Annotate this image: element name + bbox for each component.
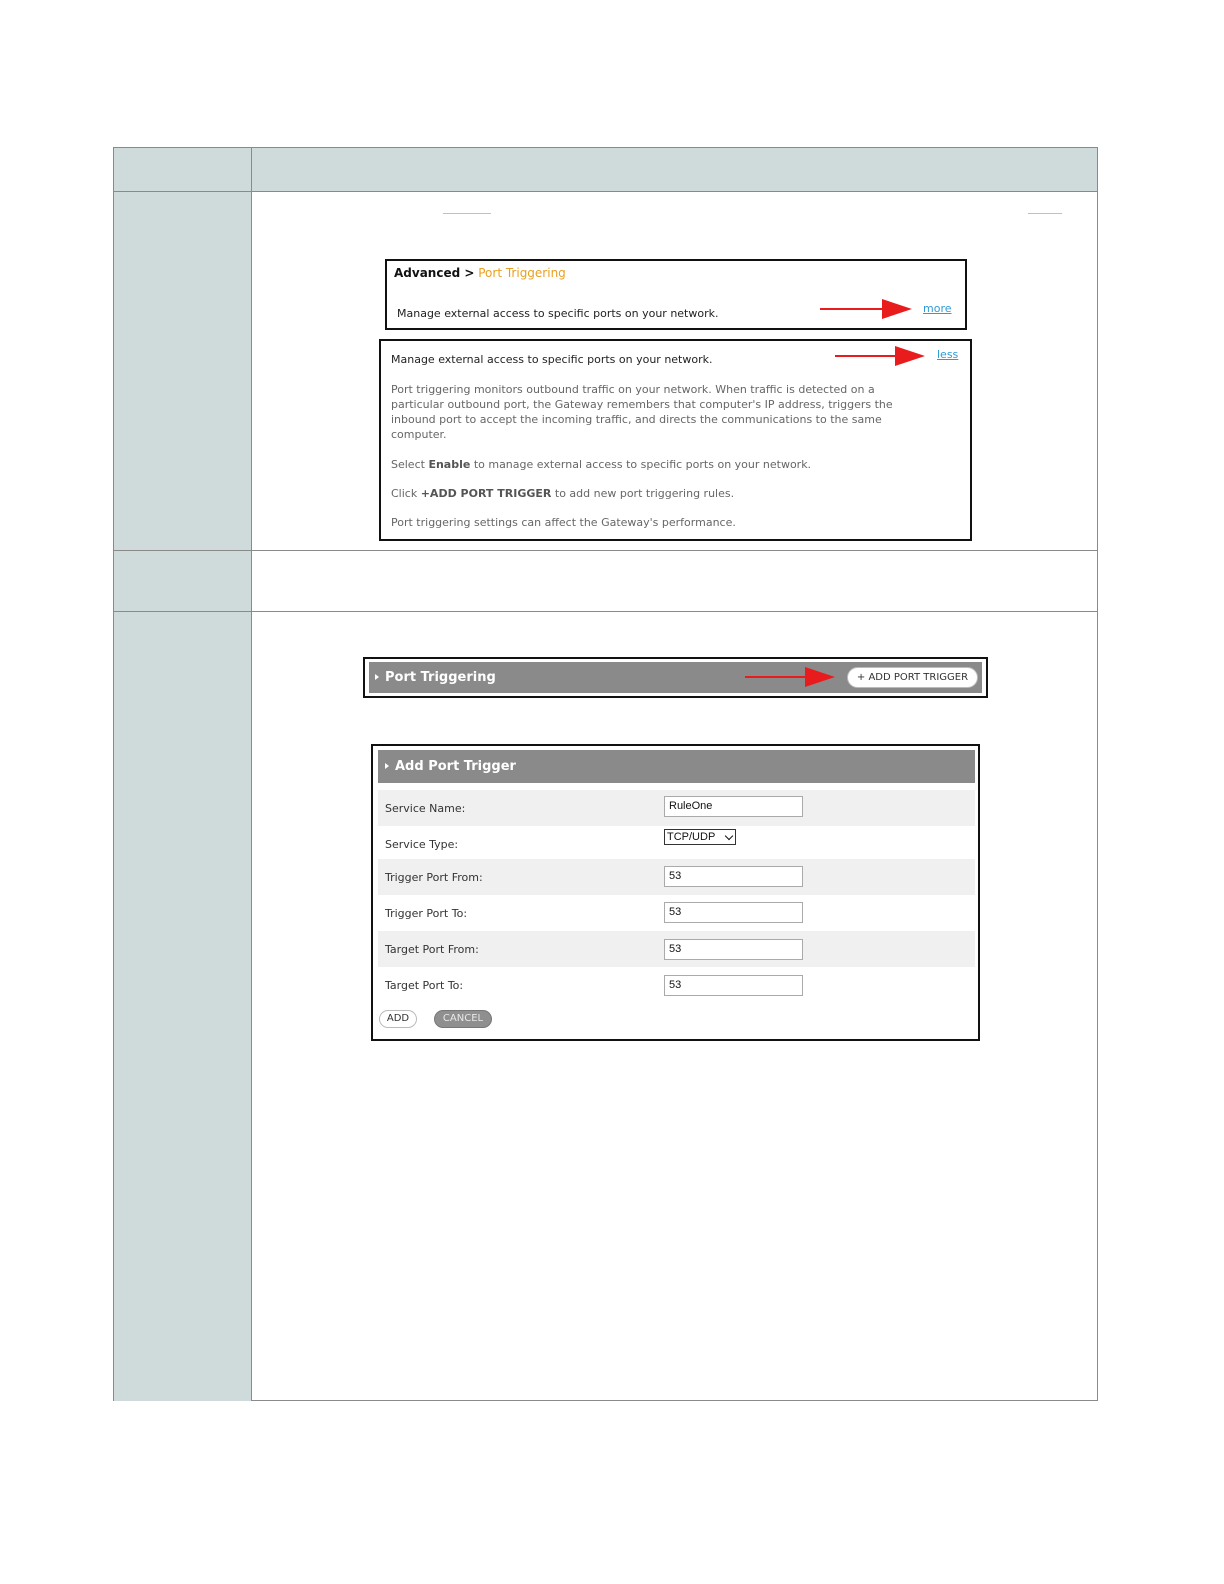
field-label: Trigger Port From: bbox=[385, 871, 483, 884]
breadcrumb-parent[interactable]: Advanced > bbox=[394, 266, 474, 280]
form-title: Add Port Trigger bbox=[395, 759, 516, 774]
help-paragraph: Click +ADD PORT TRIGGER to add new port … bbox=[391, 487, 735, 500]
red-arrow-icon bbox=[835, 346, 927, 366]
red-arrow-icon bbox=[820, 299, 912, 319]
port-triggering-header-shot: Port Triggering + ADD PORT TRIGGER bbox=[363, 657, 988, 698]
add-port-trigger-bar: Add Port Trigger bbox=[378, 750, 975, 783]
faint-underline bbox=[443, 213, 491, 214]
table-row: Port Triggering + ADD PORT TRIGGER Add P… bbox=[114, 612, 1097, 1401]
target-port-to-input[interactable]: 53 bbox=[664, 975, 803, 996]
row-left-cell bbox=[114, 192, 252, 550]
document-table: Advanced > Port Triggering Manage extern… bbox=[113, 147, 1098, 1401]
expand-triangle-icon bbox=[375, 674, 379, 680]
collapsed-help-panel: Advanced > Port Triggering Manage extern… bbox=[385, 259, 967, 330]
service-name-input[interactable]: RuleOne bbox=[664, 796, 803, 817]
less-link[interactable]: less bbox=[937, 348, 958, 361]
expand-triangle-icon bbox=[385, 763, 389, 769]
breadcrumb-current: Port Triggering bbox=[478, 266, 566, 280]
row-left-cell bbox=[114, 612, 252, 1401]
trigger-port-to-input[interactable]: 53 bbox=[664, 902, 803, 923]
help-paragraph: Port triggering settings can affect the … bbox=[391, 516, 736, 529]
help-summary: Manage external access to specific ports… bbox=[397, 307, 719, 320]
row-right-cell: Advanced > Port Triggering Manage extern… bbox=[252, 192, 1097, 550]
field-label: Trigger Port To: bbox=[385, 907, 468, 920]
red-arrow-icon bbox=[745, 667, 837, 687]
form-row-service-type: Service Type: TCP/UDP bbox=[378, 826, 975, 862]
table-row bbox=[114, 551, 1097, 612]
more-link[interactable]: more bbox=[923, 302, 952, 315]
field-label: Service Name: bbox=[385, 802, 466, 815]
help-summary: Manage external access to specific ports… bbox=[391, 353, 713, 366]
form-row-service-name: Service Name: RuleOne bbox=[378, 790, 975, 826]
field-label: Target Port From: bbox=[385, 943, 479, 956]
port-triggering-bar: Port Triggering + ADD PORT TRIGGER bbox=[369, 662, 982, 693]
row-right-cell: Port Triggering + ADD PORT TRIGGER Add P… bbox=[252, 612, 1097, 1401]
target-port-from-input[interactable]: 53 bbox=[664, 939, 803, 960]
chevron-down-icon bbox=[724, 831, 734, 841]
expanded-help-panel: Manage external access to specific ports… bbox=[379, 339, 972, 541]
add-port-trigger-form-shot: Add Port Trigger Service Name: RuleOne S… bbox=[371, 744, 980, 1041]
help-paragraph: Port triggering monitors outbound traffi… bbox=[391, 383, 893, 441]
add-button[interactable]: ADD bbox=[379, 1010, 417, 1028]
cancel-button[interactable]: CANCEL bbox=[434, 1010, 492, 1028]
field-label: Target Port To: bbox=[385, 979, 464, 992]
header-right-cell bbox=[252, 148, 1097, 191]
table-row: Advanced > Port Triggering Manage extern… bbox=[114, 192, 1097, 551]
trigger-port-from-input[interactable]: 53 bbox=[664, 866, 803, 887]
row-right-cell bbox=[252, 551, 1097, 611]
faint-underline bbox=[1028, 213, 1062, 214]
form-row-trigger-port-from: Trigger Port From: 53 bbox=[378, 859, 975, 895]
form-row-target-port-to: Target Port To: 53 bbox=[378, 967, 975, 1003]
breadcrumb: Advanced > Port Triggering bbox=[394, 266, 566, 280]
section-title: Port Triggering bbox=[385, 670, 496, 685]
form-row-target-port-from: Target Port From: 53 bbox=[378, 931, 975, 967]
table-header-row bbox=[114, 148, 1097, 192]
add-port-trigger-button[interactable]: + ADD PORT TRIGGER bbox=[847, 667, 978, 688]
field-label: Service Type: bbox=[385, 838, 459, 851]
row-left-cell bbox=[114, 551, 252, 611]
service-type-select[interactable]: TCP/UDP bbox=[664, 829, 736, 845]
form-row-trigger-port-to: Trigger Port To: 53 bbox=[378, 895, 975, 931]
help-paragraph: Select Enable to manage external access … bbox=[391, 458, 812, 471]
header-left-cell bbox=[114, 148, 252, 191]
